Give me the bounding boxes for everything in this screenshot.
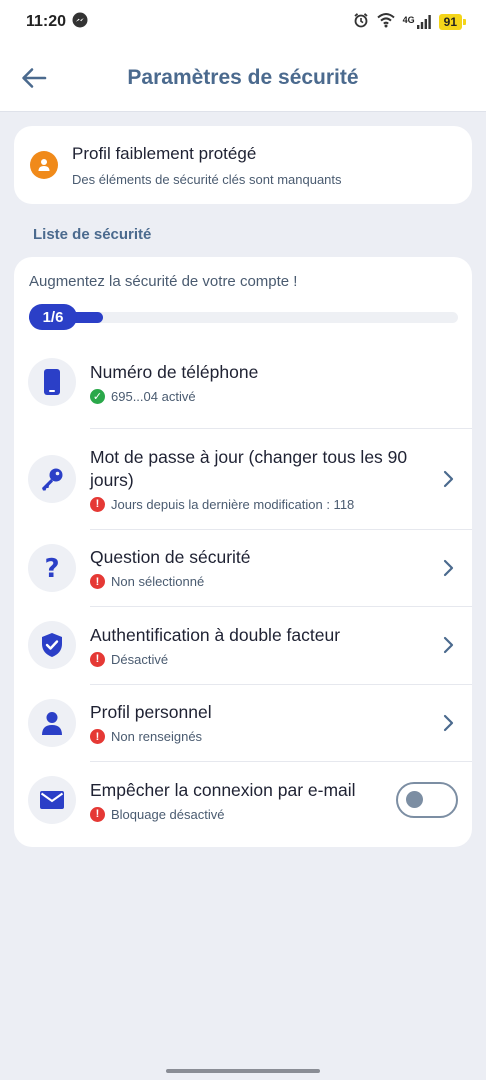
network-type: 4G	[402, 15, 415, 25]
app-header: Paramètres de sécurité	[0, 44, 486, 112]
item-status: ! Bloquage désactivé	[90, 806, 390, 822]
status-subtitle: Des éléments de sécurité clés sont manqu…	[72, 171, 342, 187]
security-item-email-login: Empêcher la connexion par e-mail ! Bloqu…	[14, 761, 472, 839]
cellular-icon: 4G	[403, 15, 431, 29]
item-status: ! Désactivé	[90, 651, 438, 667]
item-status-text: Désactivé	[111, 651, 169, 667]
check-circle-icon: ✓	[90, 388, 105, 404]
status-bar-left: 11:20	[26, 12, 88, 33]
item-status: ! Non sélectionné	[90, 574, 438, 589]
security-list-heading: Augmentez la sécurité de votre compte !	[29, 273, 298, 290]
warning-icon: !	[90, 574, 105, 589]
item-title: Numéro de téléphone	[90, 361, 259, 382]
wifi-icon	[376, 12, 395, 33]
battery-indicator: 91	[438, 14, 467, 30]
home-indicator[interactable]	[166, 1069, 320, 1073]
shield-check-icon	[28, 621, 76, 669]
item-status-text: Non renseignés	[111, 729, 203, 744]
item-title: Mot de passe à jour (changer tous les 90…	[90, 446, 408, 490]
item-status-text: 695...04 activé	[111, 388, 196, 404]
item-title: Question de sécurité	[90, 547, 251, 567]
section-label: Liste de sécurité	[33, 226, 152, 243]
svg-text:?: ?	[44, 554, 59, 582]
item-status: ! Non renseignés	[90, 729, 438, 744]
page-title: Paramètres de sécurité	[127, 65, 359, 89]
question-icon: ?	[28, 543, 76, 592]
security-item-personal-profile[interactable]: Profil personnel ! Non renseignés	[14, 684, 472, 761]
clock: 11:20	[26, 13, 67, 30]
chevron-right-icon[interactable]	[438, 636, 458, 654]
warning-icon: !	[90, 651, 105, 667]
protection-status-card: Profil faiblement protégé Des éléments d…	[14, 126, 472, 204]
security-progress-bar: 1/6	[29, 304, 458, 330]
security-list-card: Augmentez la sécurité de votre compte ! …	[14, 257, 472, 847]
security-item-question[interactable]: ? Question de sécurité ! Non sélectionné	[14, 529, 472, 606]
warning-icon: !	[90, 496, 105, 512]
arrow-left-icon	[22, 68, 47, 88]
item-title: Authentification à double facteur	[90, 624, 341, 645]
person-icon	[28, 698, 76, 747]
warning-icon: !	[90, 806, 105, 822]
back-button[interactable]	[18, 62, 50, 94]
item-title: Profil personnel	[90, 702, 212, 722]
item-status: ✓ 695...04 activé	[90, 388, 458, 404]
chevron-right-icon[interactable]	[438, 470, 458, 488]
status-bar: 11:20 4G 91	[0, 0, 486, 44]
email-login-block-toggle[interactable]	[396, 782, 458, 818]
security-item-phone[interactable]: Numéro de téléphone ✓ 695...04 activé	[14, 336, 472, 428]
alarm-icon	[353, 12, 369, 33]
item-status-text: Non sélectionné	[111, 574, 205, 589]
chevron-right-icon[interactable]	[438, 559, 458, 577]
item-status-text: Jours depuis la dernière modification : …	[111, 496, 355, 512]
mail-icon	[28, 776, 76, 824]
security-item-two-factor[interactable]: Authentification à double facteur ! Désa…	[14, 606, 472, 684]
toggle-knob	[406, 791, 423, 808]
person-alert-icon	[30, 151, 58, 179]
security-item-password[interactable]: Mot de passe à jour (changer tous les 90…	[14, 428, 472, 529]
warning-icon: !	[90, 729, 105, 744]
item-status-text: Bloquage désactivé	[111, 806, 225, 822]
item-title: Empêcher la connexion par e-mail	[90, 779, 356, 800]
chevron-right-icon[interactable]	[438, 714, 458, 732]
status-title: Profil faiblement protégé	[72, 143, 257, 163]
messenger-icon	[72, 12, 88, 33]
key-icon	[28, 454, 76, 503]
status-bar-right: 4G 91	[353, 12, 467, 33]
phone-icon	[28, 358, 76, 406]
item-status: ! Jours depuis la dernière modification …	[90, 496, 438, 512]
progress-label: 1/6	[29, 304, 77, 330]
